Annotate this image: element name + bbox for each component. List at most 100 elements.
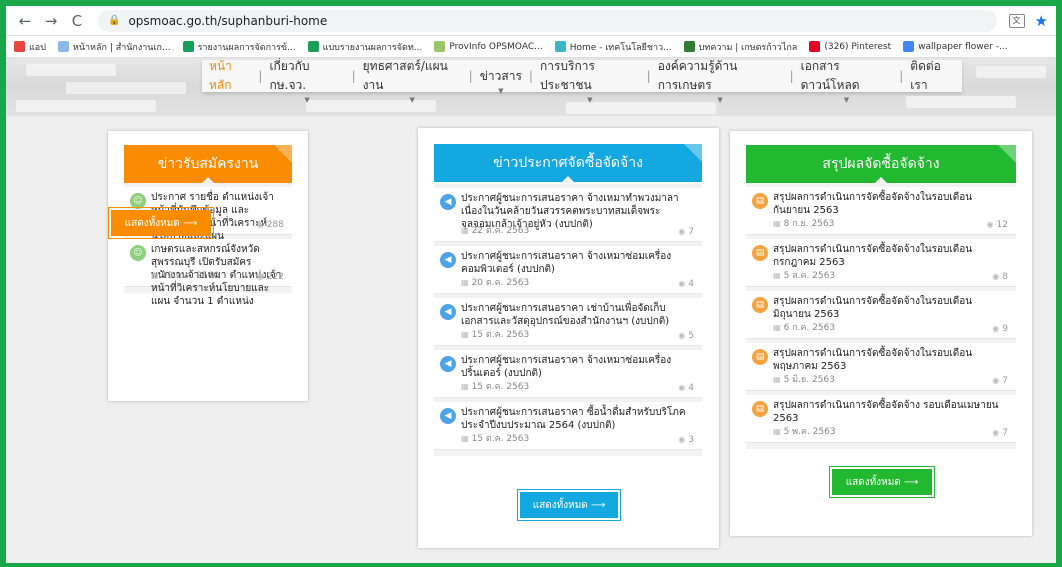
card-title: ข่าวรับสมัครงาน [157, 156, 259, 172]
bookmark-item[interactable]: ProvInfo OPSMOAC... [434, 41, 543, 52]
menu-item[interactable]: หน้าหลัก [202, 58, 258, 95]
list-item[interactable]: ☺ เกษตรและสหกรณ์จังหวัดสุพรรณบุรี เปิดรับ… [124, 239, 292, 307]
browser-window: ← → C 🔒 opsmoac.go.th/suphanburi-home 文 … [6, 6, 1056, 563]
bookmark-item[interactable]: หน้าหลัก | สำนักงานเก... [57, 40, 171, 54]
eye-icon: ◉ [992, 428, 1000, 437]
views-text: 288 [266, 220, 284, 230]
chevron-down-icon: ▼ [304, 96, 310, 104]
view-count: ◉ 4 [678, 383, 694, 393]
eye-icon: ◉ [992, 376, 1000, 385]
bookmark-item[interactable]: แบบรายงานผลการจัดท... [307, 40, 422, 54]
item-title[interactable]: ประกาศผู้ชนะการเสนอราคา เช่าบ้านเพื่อจัด… [461, 302, 694, 328]
views-text: 12 [996, 220, 1008, 230]
bookmark-item[interactable]: (326) Pinterest [809, 41, 891, 52]
show-all-button[interactable]: แสดงทั้งหมด ⟶ [517, 489, 621, 521]
menu-item[interactable]: องค์ความรู้ด้านการเกษตร ▼ [651, 58, 790, 104]
card-list: ☺ประกาศ รายชื่อ ตำแหน่งเจ้าหน้าที่บันทึก… [124, 183, 292, 307]
card-header: ข่าวรับสมัครงาน [124, 145, 292, 183]
bookmark-label: หน้าหลัก | สำนักงานเก... [72, 42, 171, 53]
list-item[interactable]: ▤ สรุปผลการดำเนินการจัดซื้อจัดจ้างในรอบเด… [746, 187, 1016, 235]
calendar-icon: ▦ [461, 434, 469, 443]
chevron-down-icon: ▼ [843, 96, 850, 104]
bookmark-favicon-icon [434, 41, 446, 52]
show-all-label: แสดงทั้งหมด ⟶ [845, 476, 919, 488]
item-date: ▦ 22 ต.ค. 2563 [461, 223, 529, 237]
item-title[interactable]: สรุปผลการดำเนินการจัดซื้อจัดจ้าง รอบเดือ… [773, 399, 1008, 425]
address-bar[interactable]: 🔒 opsmoac.go.th/suphanburi-home [98, 9, 997, 32]
menu-item-label: ข่าวสาร [479, 68, 522, 83]
eye-icon: ◉ [986, 220, 994, 229]
list-item[interactable]: ◀ ประกาศผู้ชนะการเสนอราคา จ้างเหมาซ่อมเคร… [434, 350, 702, 398]
bookmark-item[interactable]: รายงานผลการจัดการข้... [182, 40, 296, 54]
menu-item-label: เอกสารดาวน์โหลด [800, 59, 860, 92]
item-title[interactable]: สรุปผลการดำเนินการจัดซื้อจัดจ้างในรอบเดื… [773, 295, 1008, 321]
calendar-icon: ▦ [773, 375, 781, 384]
menu-item[interactable]: การบริการประชาชน ▼ [533, 58, 647, 104]
tag-icon [274, 145, 292, 163]
bookmark-favicon-icon [57, 41, 69, 52]
date-text: 15 ต.ค. 2563 [471, 434, 530, 444]
menu-item[interactable]: เกี่ยวกับ กษ.จว. ▼ [262, 58, 351, 104]
menu-item[interactable]: ยุทธศาสตร์/แผนงาน ▼ [356, 58, 469, 104]
eye-icon: ◉ [992, 324, 1000, 333]
user-icon: ☺ [130, 245, 146, 261]
forward-arrow-icon[interactable]: → [40, 10, 62, 32]
bookmark-item[interactable]: แอป [14, 40, 46, 54]
item-title[interactable]: สรุปผลการดำเนินการจัดซื้อจัดจ้างในรอบเดื… [773, 243, 1008, 269]
menu-item[interactable]: ข่าวสาร ▼ [473, 67, 529, 95]
bookmark-star-icon[interactable]: ★ [1035, 12, 1048, 30]
item-title[interactable]: ประกาศผู้ชนะการเสนอราคา จ้างเหมาซ่อมเครื… [461, 250, 694, 276]
menu-item[interactable]: ติดต่อเรา [903, 58, 962, 95]
item-title[interactable]: ประกาศผู้ชนะการเสนอราคา ซื้อน้ำดื่มสำหรั… [461, 406, 694, 432]
eye-icon: ◉ [678, 227, 686, 236]
date-text: 5 พ.ค. 2563 [783, 427, 836, 437]
bookmark-favicon-icon [809, 41, 821, 52]
list-item[interactable]: ◀ ประกาศผู้ชนะการเสนอราคา จ้างเหมาทำพวงมา… [434, 188, 702, 242]
list-item[interactable]: ◀ ประกาศผู้ชนะการเสนอราคา จ้างเหมาซ่อมเคร… [434, 246, 702, 294]
list-item[interactable]: ▤ สรุปผลการดำเนินการจัดซื้อจัดจ้าง รอบเดื… [746, 395, 1016, 443]
lock-icon: 🔒 [108, 15, 121, 26]
item-date: ▦ 5 มิ.ย. 2563 [773, 372, 835, 386]
document-icon: ▤ [752, 245, 768, 261]
url-text: opsmoac.go.th/suphanburi-home [128, 13, 328, 28]
translate-icon[interactable]: 文 [1008, 13, 1025, 28]
list-item[interactable]: ◀ ประกาศผู้ชนะการเสนอราคา ซื้อน้ำดื่มสำหร… [434, 402, 702, 450]
bookmark-item[interactable]: Home - เทคโนโลยีชาว... [554, 40, 672, 54]
show-all-button[interactable]: แสดงทั้งหมด ⟶ [829, 466, 935, 498]
menu-item-label: ติดต่อเรา [910, 59, 941, 92]
item-title[interactable]: ประกาศผู้ชนะการเสนอราคา จ้างเหมาซ่อมเครื… [461, 354, 694, 380]
list-item[interactable]: ▤ สรุปผลการดำเนินการจัดซื้อจัดจ้างในรอบเด… [746, 239, 1016, 287]
main-menu: หน้าหลัก | เกี่ยวกับ กษ.จว. ▼ | ยุทธศาสตร์/แผ… [202, 58, 962, 104]
card-header: สรุปผลจัดซื้อจัดจ้าง [746, 145, 1016, 183]
bookmark-label: ProvInfo OPSMOAC... [449, 41, 543, 52]
brick-decoration [306, 100, 436, 112]
list-item[interactable]: ▤ สรุปผลการดำเนินการจัดซื้อจัดจ้างในรอบเด… [746, 343, 1016, 391]
item-date: ▦ 5 ส.ค. 2563 [773, 268, 835, 282]
bookmark-favicon-icon [14, 41, 25, 52]
view-count: ◉ 7 [678, 227, 694, 237]
bookmark-label: wallpaper flower -... [918, 41, 1008, 52]
calendar-icon: ▦ [773, 323, 781, 332]
item-title[interactable]: สรุปผลการดำเนินการจัดซื้อจัดจ้างในรอบเดื… [773, 347, 1008, 373]
calendar-icon: ▦ [461, 330, 469, 339]
brick-decoration [16, 100, 156, 112]
item-title[interactable]: สรุปผลการดำเนินการจัดซื้อจัดจ้างในรอบเดื… [773, 191, 1008, 217]
eye-icon: ◉ [678, 331, 686, 340]
document-icon: ▤ [752, 297, 768, 313]
view-count: ◉ 12 [987, 220, 1008, 230]
bookmark-item[interactable]: บทความ | เกษตรก้าวไกล [683, 40, 797, 54]
document-icon: ▤ [752, 193, 768, 209]
bookmark-label: Home - เทคโนโลยีชาว... [569, 42, 672, 53]
menu-item[interactable]: เอกสารดาวน์โหลด ▼ [794, 58, 900, 104]
megaphone-icon: ◀ [440, 356, 456, 372]
bookmark-label: (326) Pinterest [824, 41, 892, 52]
back-arrow-icon[interactable]: ← [14, 10, 36, 32]
list-item[interactable]: ◀ ประกาศผู้ชนะการเสนอราคา เช่าบ้านเพื่อจั… [434, 298, 702, 346]
views-text: 7 [1002, 376, 1008, 386]
list-item[interactable]: ▤ สรุปผลการดำเนินการจัดซื้อจัดจ้างในรอบเด… [746, 291, 1016, 339]
bookmarks-bar: แอป หน้าหลัก | สำนักงานเก... รายงานผลการจั… [6, 36, 1056, 58]
reload-icon[interactable]: C [66, 10, 88, 32]
brick-decoration [26, 64, 116, 76]
bookmark-item[interactable]: wallpaper flower -... [903, 41, 1008, 52]
show-all-button[interactable]: แสดงทั้งหมด ⟶ [108, 207, 214, 239]
